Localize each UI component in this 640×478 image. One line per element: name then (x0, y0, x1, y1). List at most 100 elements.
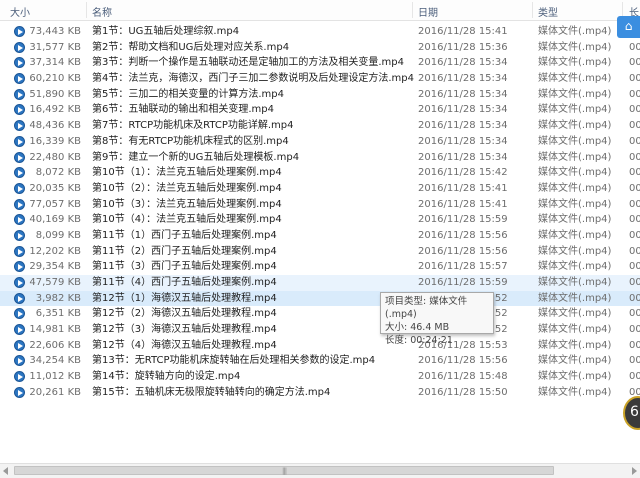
tooltip-type: 项目类型: 媒体文件(.mp4) (385, 296, 468, 320)
file-row[interactable]: 34,254 KB 第13节：无RTCP功能机床旋转轴在后处理相关参数的设定.mp… (0, 353, 640, 369)
media-file-icon (14, 371, 25, 383)
file-type: 媒体文件(.mp4) (538, 120, 612, 132)
file-length: 00 (629, 151, 640, 163)
floating-badge-button[interactable]: 6 (623, 396, 640, 430)
share-button[interactable]: ⌂ (617, 16, 640, 38)
file-row[interactable]: 22,480 KB 第9节：建立一个新的UG五轴后处理模板.mp4 2016/11/… (0, 150, 640, 166)
file-date: 2016/11/28 15:50 (418, 386, 508, 398)
media-file-icon (14, 277, 25, 288)
file-type: 媒体文件(.mp4) (538, 229, 612, 241)
file-date: 2016/11/28 15:59 (418, 214, 508, 226)
file-date: 2016/11/28 15:56 (418, 229, 508, 241)
file-row[interactable]: 20,261 KB 第15节：五轴机床无极限旋转轴转向的确定方法.mp4 2016/… (0, 385, 640, 401)
file-name: 第11节（2）西门子五轴后处理案例.mp4 (92, 245, 277, 257)
file-row[interactable]: 16,492 KB 第6节：五轴联动的输出和相关变理.mp4 2016/11/28 … (0, 102, 640, 118)
file-size: 47,579 KB (29, 277, 81, 288)
tooltip-size: 大小: 46.4 MB (385, 322, 450, 333)
file-row[interactable]: 3,982 KB第12节（1）海德汉五轴后处理教程.mp42016/11/28 … (0, 290, 640, 307)
file-type: 媒体文件(.mp4) (538, 26, 612, 37)
file-size: 51,890 KB (29, 88, 81, 100)
file-date: 2016/11/28 15:41 (418, 26, 508, 37)
header-separator[interactable] (412, 2, 413, 18)
file-row[interactable]: 40,169 KB 第10节（4）：法兰克五轴后处理案例.mp4 2016/11/2… (0, 212, 640, 228)
file-row[interactable]: 6,351 KB第12节（2）海德汉五轴后处理教程.mp42016/11/28 … (0, 306, 640, 322)
file-length: 00 (629, 308, 640, 320)
file-date: 2016/11/28 15:48 (418, 371, 508, 383)
media-file-icon (14, 386, 25, 398)
file-size: 48,436 KB (29, 120, 81, 132)
media-file-icon (14, 245, 25, 257)
file-name: 第2节：帮助文档和UG后处理对应关系.mp4 (92, 41, 290, 53)
file-size: 11,012 KB (29, 371, 81, 383)
file-name: 第13节：无RTCP功能机床旋转轴在后处理相关参数的设定.mp4 (92, 355, 376, 367)
file-type: 媒体文件(.mp4) (538, 104, 612, 116)
header-separator[interactable] (532, 2, 533, 18)
scroll-right-arrow-icon[interactable] (632, 467, 637, 475)
file-type: 媒体文件(.mp4) (538, 198, 612, 210)
file-length: 00 (629, 292, 640, 304)
file-name: 第12节（1）海德汉五轴后处理教程.mp4 (92, 292, 277, 304)
file-type: 媒体文件(.mp4) (538, 292, 612, 304)
file-name: 第12节（3）海德汉五轴后处理教程.mp4 (92, 324, 277, 336)
file-row[interactable]: 47,579 KB 第11节（4）西门子五轴后处理案例.mp4 2016/11/28… (0, 275, 640, 291)
file-name: 第6节：五轴联动的输出和相关变理.mp4 (92, 104, 274, 116)
file-row[interactable]: 11,012 KB 第14节：旋转轴方向的设定.mp4 2016/11/28 15:… (0, 369, 640, 385)
file-size: 73,443 KB (29, 26, 81, 37)
media-file-icon (14, 167, 25, 179)
file-name: 第10节（1）：法兰克五轴后处理案例.mp4 (92, 167, 282, 179)
header-size[interactable]: 大小 (10, 4, 30, 19)
file-type: 媒体文件(.mp4) (538, 261, 612, 273)
file-row[interactable]: 16,339 KB 第8节：有无RTCP功能机床程式的区别.mp4 2016/11/… (0, 134, 640, 150)
header-type[interactable]: 类型 (538, 4, 558, 19)
file-name: 第3节：判断一个操作是五轴联动还是定轴加工的方法及相关变量.mp4 (92, 57, 404, 69)
media-file-icon (14, 308, 25, 320)
file-row[interactable]: 77,057 KB 第10节（3）：法兰克五轴后处理案例.mp4 2016/11/2… (0, 197, 640, 213)
file-row[interactable]: 20,035 KB 第10节（2）：法兰克五轴后处理案例.mp4 2016/11/2… (0, 181, 640, 197)
file-type: 媒体文件(.mp4) (538, 214, 612, 226)
file-row[interactable]: 60,210 KB 第4节：法兰克，海德汉，西门子三加二参数说明及后处理设定方法.… (0, 71, 640, 87)
file-size: 20,261 KB (29, 386, 81, 398)
file-row[interactable]: 37,314 KB 第3节：判断一个操作是五轴联动还是定轴加工的方法及相关变量.m… (0, 55, 640, 71)
file-type: 媒体文件(.mp4) (538, 386, 612, 398)
file-size: 37,314 KB (29, 57, 81, 69)
file-row[interactable]: 29,354 KB 第11节（3）西门子五轴后处理案例.mp4 2016/11/28… (0, 259, 640, 275)
file-length: 00 (629, 135, 640, 147)
media-file-icon (14, 261, 25, 273)
file-size: 8,099 KB (35, 229, 81, 241)
scroll-left-arrow-icon[interactable] (3, 467, 8, 475)
header-separator[interactable] (86, 2, 87, 18)
file-name: 第10节（2）：法兰克五轴后处理案例.mp4 (92, 182, 282, 194)
file-date: 2016/11/28 15:34 (418, 57, 508, 69)
file-row[interactable]: 51,890 KB 第5节：三加二的相关变量的计算方法.mp4 2016/11/28… (0, 87, 640, 103)
file-length: 00 (629, 167, 640, 179)
file-length: 00 (629, 324, 640, 336)
file-row[interactable]: 73,443 KB 第1节：UG五轴后处理综叙.mp4 2016/11/28 15:… (0, 24, 640, 40)
file-row[interactable]: 8,099 KB 第11节（1）西门子五轴后处理案例.mp4 2016/11/28 … (0, 228, 640, 244)
file-length: 00 (629, 73, 640, 85)
share-icon: ⌂ (624, 19, 633, 33)
file-row[interactable]: 12,202 KB 第11节（2）西门子五轴后处理案例.mp4 2016/11/28… (0, 244, 640, 260)
file-date: 2016/11/28 15:59 (418, 277, 508, 288)
file-row[interactable]: 31,577 KB 第2节：帮助文档和UG后处理对应关系.mp4 2016/11/2… (0, 40, 640, 56)
file-size: 60,210 KB (29, 73, 81, 85)
file-name: 第7节：RTCP功能机床及RTCP功能详解.mp4 (92, 120, 294, 132)
file-row[interactable]: 14,981 KB第12节（3）海德汉五轴后处理教程.mp42016/11/28… (0, 322, 640, 338)
file-length: 00 (629, 214, 640, 226)
header-name[interactable]: 名称 (92, 4, 112, 19)
file-row[interactable]: 8,072 KB 第10节（1）：法兰克五轴后处理案例.mp4 2016/11/28… (0, 165, 640, 181)
file-row[interactable]: 22,606 KB 第12节（4）海德汉五轴后处理教程.mp4 2016/11/28… (0, 338, 640, 354)
file-name: 第1节：UG五轴后处理综叙.mp4 (92, 26, 240, 37)
file-row[interactable]: 48,436 KB 第7节：RTCP功能机床及RTCP功能详解.mp4 2016/1… (0, 118, 640, 134)
file-type: 媒体文件(.mp4) (538, 308, 612, 320)
horizontal-scrollbar[interactable]: ||| (0, 463, 640, 478)
file-type: 媒体文件(.mp4) (538, 135, 612, 147)
file-date: 2016/11/28 15:34 (418, 151, 508, 163)
file-date: 2016/11/28 15:56 (418, 355, 508, 367)
file-type: 媒体文件(.mp4) (538, 277, 612, 288)
file-type: 媒体文件(.mp4) (538, 167, 612, 179)
file-name: 第12节（2）海德汉五轴后处理教程.mp4 (92, 308, 277, 320)
file-date: 2016/11/28 15:57 (418, 261, 508, 273)
header-date[interactable]: 日期 (418, 4, 438, 19)
file-name: 第5节：三加二的相关变量的计算方法.mp4 (92, 88, 284, 100)
file-type: 媒体文件(.mp4) (538, 324, 612, 336)
